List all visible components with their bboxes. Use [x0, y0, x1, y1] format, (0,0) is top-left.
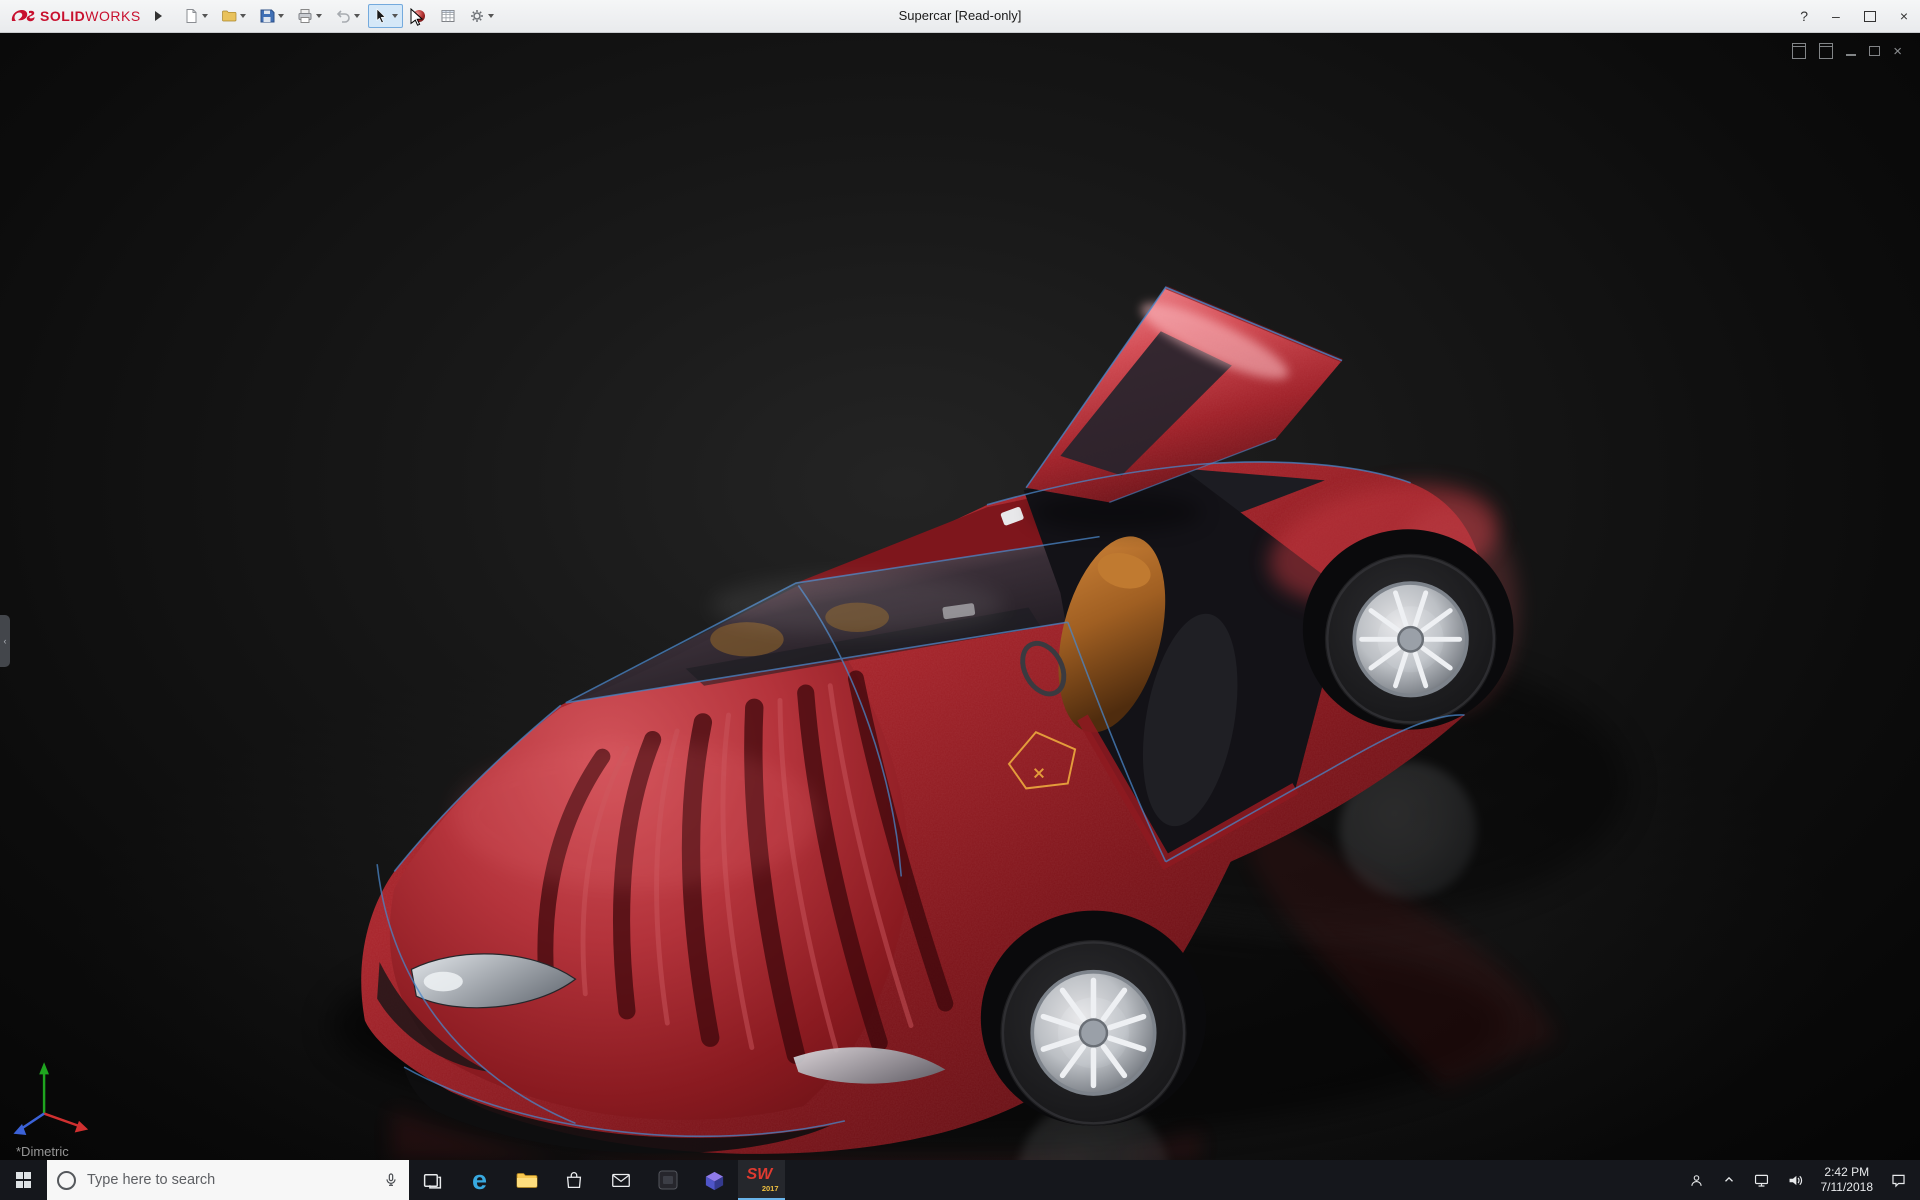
3d-viewport[interactable]: × ‹ *Dimetric [0, 33, 1920, 1160]
taskbar: e SW 2017 [0, 1160, 1920, 1200]
store-button[interactable] [550, 1160, 597, 1200]
hidden-icons-chevron-icon [1722, 1173, 1736, 1187]
print-button[interactable] [292, 4, 327, 28]
appearance-sphere-icon [411, 8, 427, 24]
hidden-icons-button[interactable] [1717, 1160, 1741, 1200]
new-document-icon [183, 8, 199, 24]
child-close-button[interactable]: × [1893, 44, 1902, 59]
open-folder-icon [221, 8, 237, 24]
child-restore-button[interactable] [1869, 46, 1880, 56]
brand-light: WORKS [85, 8, 140, 24]
help-button[interactable]: ? [1800, 9, 1808, 23]
tray-date: 7/11/2018 [1821, 1180, 1874, 1195]
options-button[interactable] [464, 4, 499, 28]
undo-button[interactable] [330, 4, 365, 28]
table-grid-icon [440, 8, 456, 24]
supercar-3d-render [0, 33, 1920, 1160]
solidworks-taskbar-button[interactable]: SW 2017 [738, 1160, 785, 1200]
document-title: Supercar [Read-only] [899, 0, 1022, 32]
brand-text: SOLIDWORKS [40, 8, 141, 24]
cortana-ring-icon [57, 1171, 76, 1190]
dropdown-caret-icon [240, 14, 246, 18]
task-view-button[interactable] [409, 1160, 456, 1200]
dropdown-caret-icon [278, 14, 284, 18]
network-button[interactable] [1748, 1160, 1775, 1200]
store-icon [563, 1169, 585, 1191]
solidworks-logo: SOLIDWORKS [10, 8, 141, 24]
menu-expand-arrow[interactable] [155, 11, 162, 21]
cube-app-button[interactable] [691, 1160, 738, 1200]
dropdown-caret-icon [354, 14, 360, 18]
dropdown-caret-icon [488, 14, 494, 18]
people-button[interactable] [1683, 1160, 1710, 1200]
titlebar: SOLIDWORKS [0, 0, 1920, 33]
network-icon [1753, 1172, 1770, 1189]
system-tray: 2:42 PM 7/11/2018 [1683, 1160, 1920, 1200]
windows-logo-icon [16, 1172, 32, 1188]
start-button[interactable] [0, 1160, 47, 1200]
tray-time: 2:42 PM [1821, 1165, 1874, 1180]
appearance-button[interactable] [406, 4, 432, 28]
settings-gear-icon [469, 8, 485, 24]
close-button[interactable]: × [1900, 9, 1908, 23]
save-icon [259, 8, 275, 24]
new-document-button[interactable] [178, 4, 213, 28]
feature-manager-collapsed-tab[interactable]: ‹ [0, 615, 10, 667]
window-controls: ? – × [1800, 0, 1908, 32]
file-explorer-button[interactable] [503, 1160, 550, 1200]
quick-access-toolbar [178, 4, 499, 28]
screen: SOLIDWORKS [0, 0, 1920, 1200]
dropdown-caret-icon [316, 14, 322, 18]
task-view-icon [422, 1170, 443, 1191]
edge-icon: e [472, 1167, 487, 1194]
mail-icon [610, 1169, 632, 1191]
brand-bold: SOLID [40, 8, 85, 24]
search-input[interactable] [85, 1171, 374, 1189]
taskbar-search[interactable] [47, 1160, 409, 1200]
orientation-triad-icon[interactable] [13, 1062, 88, 1135]
edge-browser-button[interactable]: e [456, 1160, 503, 1200]
dropdown-caret-icon [202, 14, 208, 18]
maximize-button[interactable] [1864, 11, 1876, 22]
pinned-app-button[interactable] [644, 1160, 691, 1200]
minimize-button[interactable]: – [1832, 9, 1840, 23]
select-cursor-icon [373, 8, 389, 24]
document-window-controls: × [1792, 43, 1902, 59]
volume-button[interactable] [1782, 1160, 1809, 1200]
action-center-icon [1890, 1172, 1907, 1189]
mail-button[interactable] [597, 1160, 644, 1200]
people-icon [1688, 1172, 1705, 1189]
undo-icon [335, 8, 351, 24]
select-tool-button[interactable] [368, 4, 403, 28]
cascade-windows-icon[interactable] [1819, 43, 1833, 59]
action-center-button[interactable] [1885, 1160, 1912, 1200]
file-explorer-icon [515, 1168, 539, 1192]
new-window-icon[interactable] [1792, 43, 1806, 59]
dropdown-caret-icon [392, 14, 398, 18]
design-table-button[interactable] [435, 4, 461, 28]
microphone-icon[interactable] [383, 1172, 399, 1188]
view-orientation-label: *Dimetric [16, 1144, 69, 1159]
solidworks-2017-icon: SW 2017 [746, 1166, 778, 1192]
save-button[interactable] [254, 4, 289, 28]
ds-logo-icon [10, 8, 36, 24]
3d-cube-app-icon [703, 1169, 726, 1192]
pinned-app-icon [656, 1168, 680, 1192]
volume-icon [1787, 1172, 1804, 1189]
open-button[interactable] [216, 4, 251, 28]
child-minimize-button[interactable] [1846, 46, 1856, 56]
print-icon [297, 8, 313, 24]
taskbar-clock[interactable]: 2:42 PM 7/11/2018 [1816, 1160, 1879, 1200]
